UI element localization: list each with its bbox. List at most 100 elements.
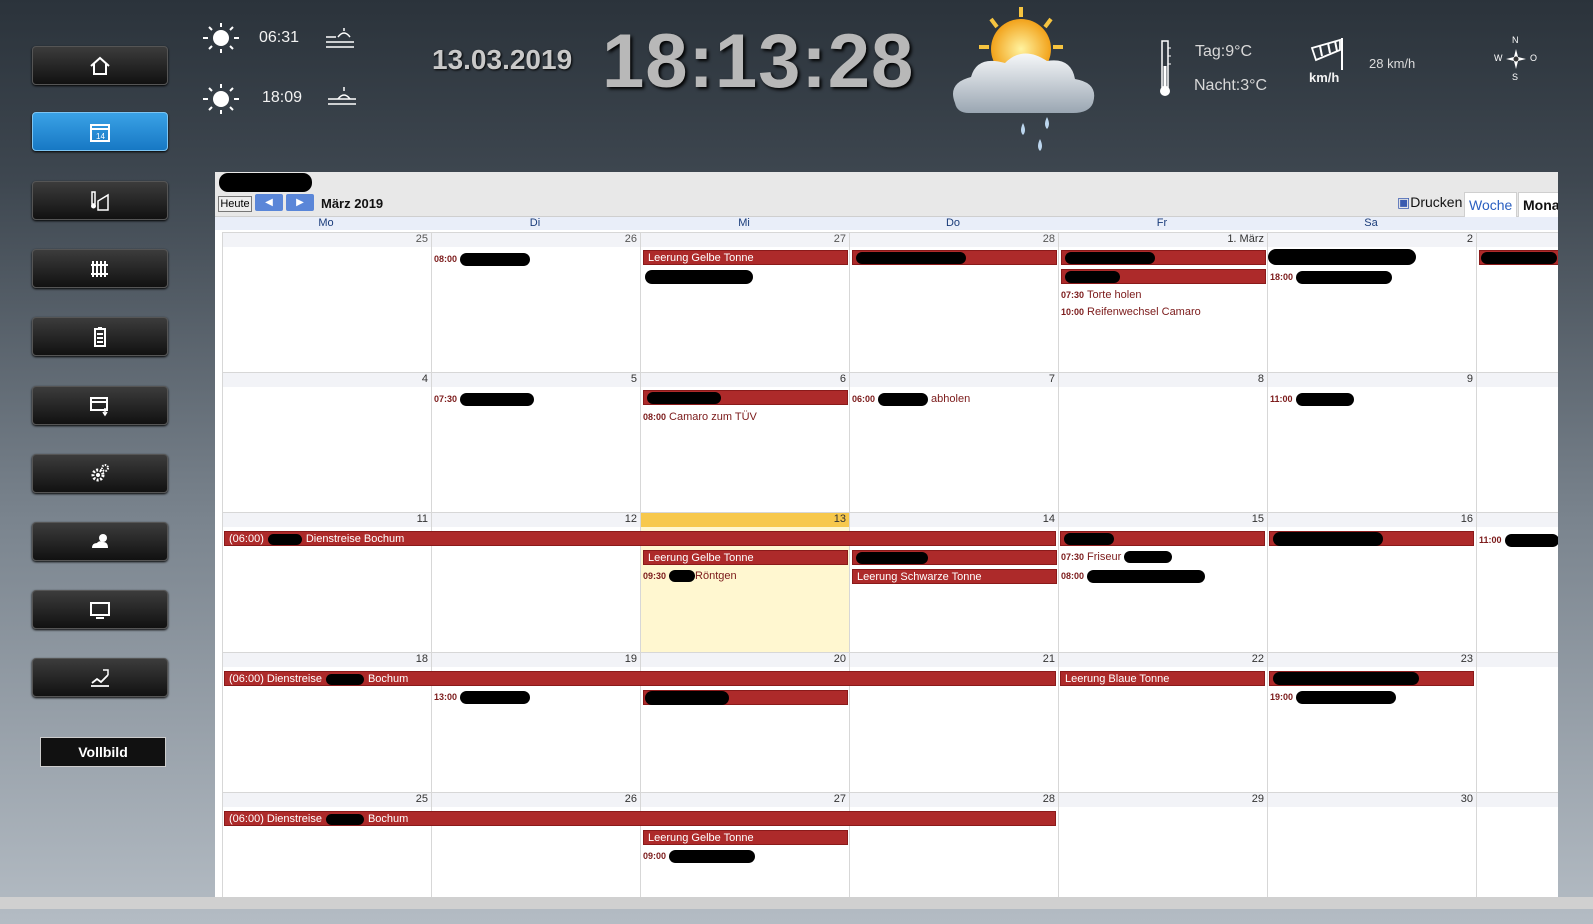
event-item[interactable]: 11:00 bbox=[1479, 533, 1558, 547]
sidebar-item-heating[interactable] bbox=[32, 249, 168, 288]
redacted-event bbox=[647, 392, 721, 404]
day-cell[interactable]: 7 06:00 abholen bbox=[849, 373, 1058, 513]
day-cell[interactable] bbox=[1476, 793, 1558, 897]
event-item[interactable]: 07:30 bbox=[434, 392, 535, 406]
redacted-event bbox=[1064, 533, 1114, 545]
day-cell[interactable]: 29 bbox=[1058, 793, 1267, 897]
day-number: 7 bbox=[850, 373, 1058, 387]
monitor-icon bbox=[90, 601, 110, 619]
day-cell[interactable]: 2 18:00 bbox=[1267, 233, 1476, 373]
tab-week[interactable]: Woche bbox=[1464, 192, 1518, 217]
event-bar[interactable]: Leerung Blaue Tonne bbox=[1060, 671, 1265, 686]
battery-icon bbox=[94, 326, 106, 347]
day-cell[interactable] bbox=[1476, 233, 1558, 373]
sidebar-item-calendar[interactable]: 14 bbox=[32, 112, 168, 151]
sidebar-item-charts[interactable] bbox=[32, 658, 168, 697]
wind-unit: km/h bbox=[1309, 70, 1340, 85]
event-bar-multiday[interactable]: (06:00) Dienstreise Bochum bbox=[224, 811, 1056, 826]
day-number: 12 bbox=[432, 513, 640, 527]
event-item[interactable]: 13:00 bbox=[434, 690, 531, 704]
event-bar-multiday[interactable]: (06:00) Dienstreise Bochum bbox=[224, 671, 1056, 686]
redacted-calendar-name bbox=[219, 173, 312, 192]
day-number: 25 bbox=[223, 233, 431, 247]
sidebar-item-battery[interactable] bbox=[32, 317, 168, 356]
day-cell[interactable] bbox=[1476, 653, 1558, 793]
day-number: 30 bbox=[1268, 793, 1476, 807]
day-number: 22 bbox=[1059, 653, 1267, 667]
horizontal-scrollbar[interactable] bbox=[0, 897, 1593, 909]
day-cell[interactable] bbox=[1476, 373, 1558, 513]
tab-month[interactable]: Mona bbox=[1518, 192, 1558, 217]
chart-icon bbox=[91, 668, 109, 687]
day-cell[interactable]: 26 bbox=[431, 793, 640, 897]
calendar-panel: Heute ◀ ▶ März 2019 ▣Drucken Woche Mona … bbox=[215, 172, 1558, 897]
day-cell[interactable]: 9 11:00 bbox=[1267, 373, 1476, 513]
today-button[interactable]: Heute bbox=[218, 196, 252, 212]
event-bar[interactable]: Leerung Gelbe Tonne bbox=[643, 250, 848, 265]
sidebar-item-shutter[interactable] bbox=[32, 386, 168, 425]
redacted-event bbox=[1268, 249, 1416, 265]
day-number: 28 bbox=[850, 793, 1058, 807]
current-date: 13.03.2019 bbox=[432, 44, 573, 75]
day-number bbox=[1477, 233, 1558, 247]
day-cell[interactable]: 4 bbox=[222, 373, 431, 513]
event-bar[interactable]: Leerung Gelbe Tonne bbox=[643, 830, 848, 845]
event-bar[interactable]: Leerung Gelbe Tonne bbox=[643, 550, 848, 565]
day-cell[interactable]: 26 08:00 bbox=[431, 233, 640, 373]
event-item[interactable]: 10:00 Reifenwechsel Camaro bbox=[1061, 305, 1201, 319]
event-item[interactable]: 08:00 Camaro zum TÜV bbox=[643, 410, 757, 424]
sunrise-horizon-icon bbox=[326, 28, 354, 48]
redacted-event bbox=[1065, 271, 1120, 283]
weekday-fr: Fr bbox=[1156, 217, 1168, 229]
day-number: 13 bbox=[641, 513, 849, 527]
event-item[interactable]: 11:00 bbox=[1270, 392, 1354, 406]
event-item[interactable]: 07:30 Friseur bbox=[1061, 550, 1173, 564]
day-cell[interactable]: 1. März 07:30 Torte holen 10:00 Reifenwech… bbox=[1058, 233, 1267, 373]
event-item[interactable]: 06:00 abholen bbox=[852, 392, 970, 406]
event-item[interactable]: 08:00 bbox=[1061, 569, 1206, 583]
day-number: 2 bbox=[1268, 233, 1476, 247]
sidebar-item-weather[interactable] bbox=[32, 522, 168, 561]
event-item[interactable]: 09:00 bbox=[643, 849, 756, 863]
sidebar-item-display[interactable] bbox=[32, 590, 168, 629]
week-row: 4 5 07:30 6 08:00 Camaro zum TÜV 7 06:00 a… bbox=[222, 372, 1558, 513]
day-cell[interactable]: 25 bbox=[222, 233, 431, 373]
event-bar[interactable]: Leerung Schwarze Tonne bbox=[852, 569, 1057, 584]
sidebar-item-temperature[interactable] bbox=[32, 181, 168, 220]
sunset-icon bbox=[203, 84, 239, 114]
prev-month-button[interactable]: ◀ bbox=[255, 194, 283, 211]
day-number: 16 bbox=[1268, 513, 1476, 527]
day-cell[interactable]: 30 bbox=[1267, 793, 1476, 897]
day-cell[interactable]: 11:00 bbox=[1476, 513, 1558, 653]
sunrise-time: 06:31 bbox=[259, 29, 300, 46]
event-item[interactable]: 07:30 Torte holen bbox=[1061, 288, 1141, 302]
day-number bbox=[1477, 513, 1558, 527]
day-cell[interactable]: 27 Leerung Gelbe Tonne 09:00 bbox=[640, 793, 849, 897]
weekday-mi: Mi bbox=[738, 217, 750, 229]
day-cell[interactable]: 8 bbox=[1058, 373, 1267, 513]
month-title: März 2019 bbox=[321, 196, 384, 211]
day-number: 29 bbox=[1059, 793, 1267, 807]
sidebar-item-home[interactable] bbox=[32, 46, 168, 85]
day-number: 20 bbox=[641, 653, 849, 667]
day-cell[interactable]: 25 bbox=[222, 793, 431, 897]
event-item[interactable]: 19:00 bbox=[1270, 690, 1397, 704]
redacted-event bbox=[1273, 672, 1419, 685]
next-month-button[interactable]: ▶ bbox=[286, 194, 314, 211]
wind-speed: 28 km/h bbox=[1369, 56, 1416, 71]
event-item[interactable]: 08:00 bbox=[434, 252, 531, 266]
day-cell[interactable]: 28 bbox=[849, 793, 1058, 897]
day-cell[interactable]: 5 07:30 bbox=[431, 373, 640, 513]
day-cell[interactable]: 27 Leerung Gelbe Tonne bbox=[640, 233, 849, 373]
event-bar-multiday[interactable]: (06:00) Dienstreise Bochum bbox=[224, 531, 1056, 546]
compass-n: N bbox=[1512, 35, 1519, 45]
day-cell[interactable]: 6 08:00 Camaro zum TÜV bbox=[640, 373, 849, 513]
day-cell[interactable]: 28 bbox=[849, 233, 1058, 373]
weekday-di: Di bbox=[529, 217, 541, 229]
event-item[interactable]: 18:00 bbox=[1270, 270, 1393, 284]
thermometer-icon bbox=[1160, 40, 1171, 96]
fullscreen-button[interactable]: Vollbild bbox=[40, 737, 166, 767]
print-button[interactable]: ▣Drucken bbox=[1397, 194, 1462, 211]
sidebar-item-settings[interactable] bbox=[32, 454, 168, 493]
event-item[interactable]: 09:30 Röntgen bbox=[643, 569, 737, 583]
